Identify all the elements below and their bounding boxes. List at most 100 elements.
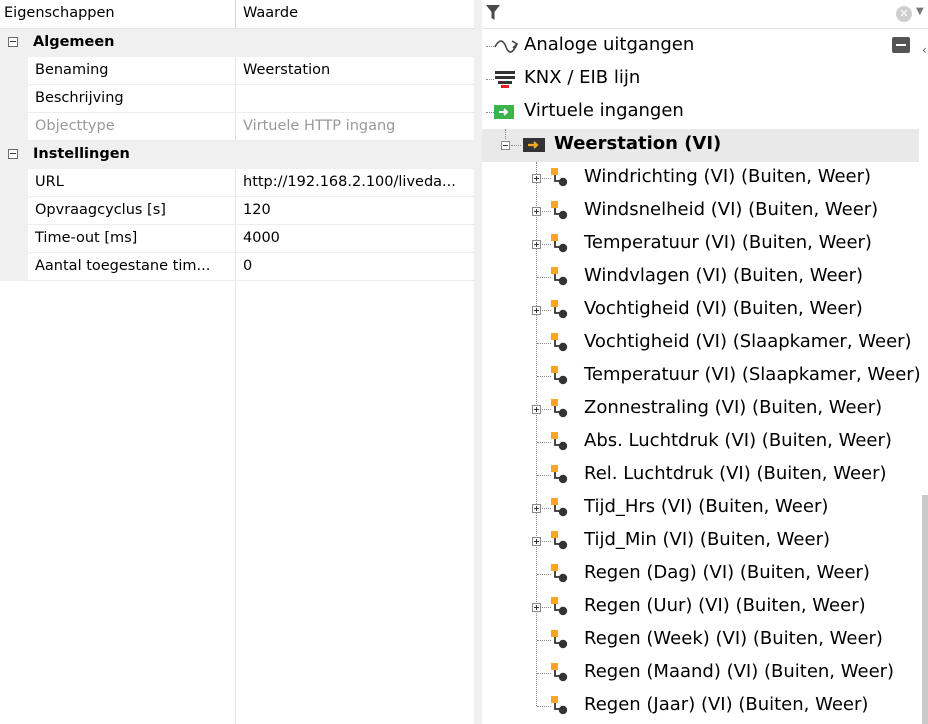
tree-child-item[interactable]: Zonnestraling (VI) (Buiten, Weer) [482, 393, 928, 426]
tree-item-selected[interactable]: Weerstation (VI) [482, 129, 919, 162]
property-value[interactable]: http://192.168.2.100/liveda... [243, 174, 456, 190]
chevron-down-icon[interactable]: ▼ [916, 6, 924, 17]
property-row[interactable]: Aantal toegestane tim... 0 [0, 253, 474, 281]
property-name: Aantal toegestane tim... [35, 258, 211, 274]
tree-connector [486, 79, 494, 80]
tree-child-item[interactable]: Windsnelheid (VI) (Buiten, Weer) [482, 195, 928, 228]
tree-child-item[interactable]: Regen (Maand) (VI) (Buiten, Weer) [482, 657, 928, 690]
row-divider [235, 197, 236, 225]
tree-child-item[interactable]: Regen (Dag) (VI) (Buiten, Weer) [482, 558, 928, 591]
collapse-icon[interactable] [8, 149, 18, 159]
tree-connector [537, 574, 551, 575]
virtual-http-input-icon [523, 137, 545, 158]
tree-child-item[interactable]: Vochtigheid (VI) (Slaapkamer, Weer) [482, 327, 928, 360]
vertical-scrollbar[interactable] [922, 495, 928, 724]
tree-child-item[interactable]: Regen (Uur) (VI) (Buiten, Weer) [482, 591, 928, 624]
filter-icon[interactable] [486, 5, 500, 21]
tree-item-label: Vochtigheid (VI) (Slaapkamer, Weer) [584, 331, 912, 352]
tree-connector [486, 112, 494, 113]
property-row[interactable]: Time-out [ms] 4000 [0, 225, 474, 253]
row-line [28, 280, 474, 281]
property-row[interactable]: Opvraagcyclus [s] 120 [0, 197, 474, 225]
tree-item-label: Windvlagen (VI) (Buiten, Weer) [584, 265, 864, 286]
tree-item-label: Virtuele ingangen [524, 100, 684, 121]
property-value[interactable]: 4000 [243, 230, 280, 246]
header-column-resizer[interactable] [235, 0, 236, 28]
tree-item-label: Windrichting (VI) (Buiten, Weer) [584, 166, 872, 187]
property-row[interactable]: Benaming Weerstation [0, 57, 474, 85]
row-divider [235, 169, 236, 197]
row-divider [235, 85, 236, 113]
collapse-icon[interactable] [8, 37, 18, 47]
expand-node-icon[interactable] [532, 306, 541, 315]
tree-item-label: Regen (Week) (VI) (Buiten, Weer) [584, 628, 883, 649]
virtual-input-icon [550, 629, 572, 656]
tree-item-label: Zonnestraling (VI) (Buiten, Weer) [584, 397, 883, 418]
expand-node-icon[interactable] [532, 240, 541, 249]
property-value[interactable]: 0 [243, 258, 252, 274]
property-row[interactable]: Beschrijving [0, 85, 474, 113]
tree-child-item[interactable]: Regen (Jaar) (VI) (Buiten, Weer) [482, 690, 928, 723]
tree-item-label: Temperatuur (VI) (Buiten, Weer) [584, 232, 872, 253]
object-tree: ✕ ▼ ‹ Analoge uitgangen KNX / EIB lijn Vir… [482, 0, 928, 724]
tree-item[interactable]: Analoge uitgangen [482, 30, 928, 63]
tree-child-item[interactable]: Windvlagen (VI) (Buiten, Weer) [482, 261, 928, 294]
virtual-input-icon [550, 596, 572, 623]
tree-child-item[interactable]: Vochtigheid (VI) (Buiten, Weer) [482, 294, 928, 327]
collapse-node-icon[interactable] [501, 141, 510, 150]
tree-item[interactable]: Virtuele ingangen [482, 96, 928, 129]
property-value: Virtuele HTTP ingang [243, 118, 396, 134]
tree-child-item[interactable]: Tijd_Min (VI) (Buiten, Weer) [482, 525, 928, 558]
tree-connector [537, 277, 551, 278]
expand-node-icon[interactable] [532, 603, 541, 612]
tree-item-label: Temperatuur (VI) (Slaapkamer, Weer) [584, 364, 921, 385]
row-gutter [0, 197, 28, 225]
analog-output-icon [494, 38, 519, 59]
tree-item-label: Regen (Dag) (VI) (Buiten, Weer) [584, 562, 870, 583]
virtual-input-icon [550, 563, 572, 590]
tree-connector [511, 145, 521, 146]
tree-child-item[interactable]: Regen (Week) (VI) (Buiten, Weer) [482, 624, 928, 657]
tree-connector [537, 475, 551, 476]
property-row[interactable]: Objecttype Virtuele HTTP ingang [0, 113, 474, 141]
expand-node-icon[interactable] [532, 504, 541, 513]
clear-filter-icon[interactable]: ✕ [896, 6, 912, 22]
tree-child-item[interactable]: Temperatuur (VI) (Slaapkamer, Weer) [482, 360, 928, 393]
tree-child-item[interactable]: Rel. Luchtdruk (VI) (Buiten, Weer) [482, 459, 928, 492]
tree-connector [537, 673, 551, 674]
tree-item-label: Rel. Luchtdruk (VI) (Buiten, Weer) [584, 463, 887, 484]
expand-node-icon[interactable] [532, 207, 541, 216]
header-waarde[interactable]: Waarde [243, 5, 298, 21]
header-eigenschappen[interactable]: Eigenschappen [4, 5, 115, 21]
category-row[interactable]: Algemeen [0, 29, 474, 57]
panel-splitter[interactable] [474, 0, 482, 724]
virtual-input-icon [550, 365, 572, 392]
expand-node-icon[interactable] [532, 174, 541, 183]
virtual-input-icon [550, 695, 572, 722]
tree-item-label: Tijd_Hrs (VI) (Buiten, Weer) [584, 496, 829, 517]
virtual-input-folder-icon [494, 104, 514, 125]
tree-item-label: Weerstation (VI) [554, 133, 722, 154]
tree-child-item[interactable]: Temperatuur (VI) (Buiten, Weer) [482, 228, 928, 261]
expand-node-icon[interactable] [532, 405, 541, 414]
tree-item-label: Analoge uitgangen [524, 34, 695, 55]
property-value[interactable]: 120 [243, 202, 271, 218]
tree-child-item[interactable]: Abs. Luchtdruk (VI) (Buiten, Weer) [482, 426, 928, 459]
tree-child-item[interactable]: Tijd_Hrs (VI) (Buiten, Weer) [482, 492, 928, 525]
tree-item[interactable]: KNX / EIB lijn [482, 63, 928, 96]
virtual-input-icon [550, 530, 572, 557]
tree-item-label: Abs. Luchtdruk (VI) (Buiten, Weer) [584, 430, 892, 451]
category-row[interactable]: Instellingen [0, 141, 474, 169]
virtual-input-icon [550, 332, 572, 359]
property-row[interactable]: URL http://192.168.2.100/liveda... [0, 169, 474, 197]
tree-child-item[interactable]: Windrichting (VI) (Buiten, Weer) [482, 162, 928, 195]
tree-item-label: Regen (Jaar) (VI) (Buiten, Weer) [584, 694, 869, 715]
virtual-input-icon [550, 233, 572, 260]
category-label: Instellingen [33, 146, 130, 162]
property-name: Opvraagcyclus [s] [35, 202, 166, 218]
tree-connector [537, 640, 551, 641]
expand-node-icon[interactable] [532, 537, 541, 546]
tree-item-label: Regen (Uur) (VI) (Buiten, Weer) [584, 595, 866, 616]
property-value[interactable]: Weerstation [243, 62, 330, 78]
virtual-input-icon [550, 398, 572, 425]
